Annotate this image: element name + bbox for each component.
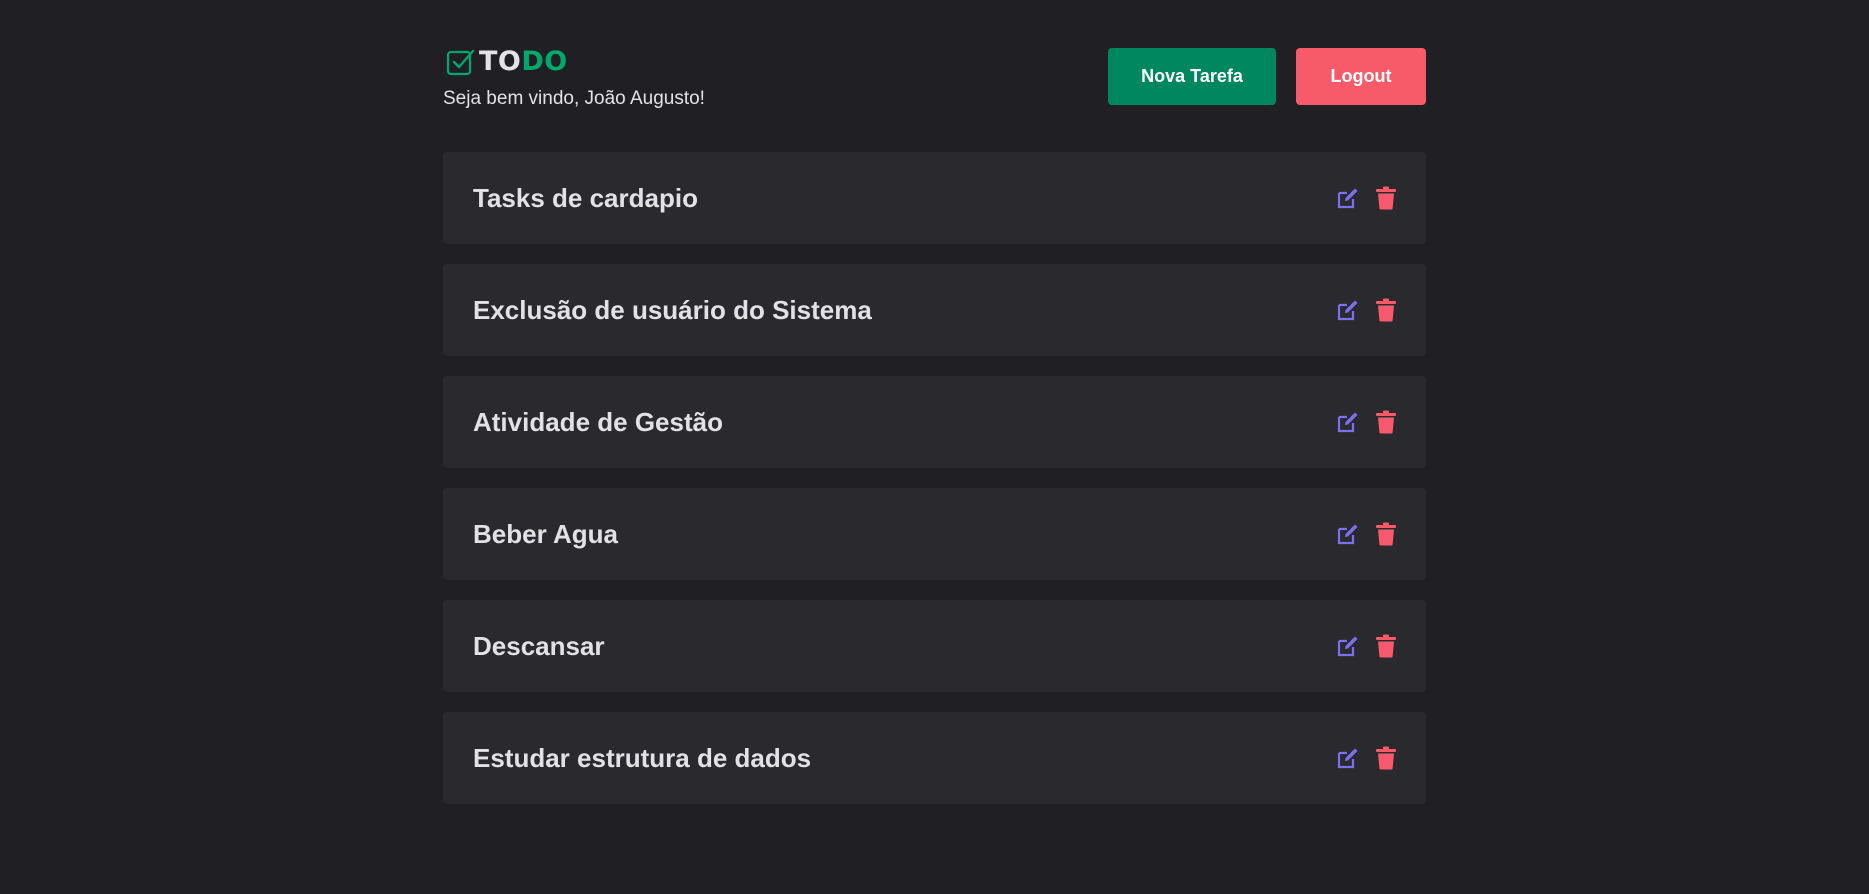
task-title: Descansar <box>473 631 605 661</box>
header: TODO Seja bem vindo, João Augusto! Nova … <box>443 0 1426 152</box>
edit-icon[interactable] <box>1336 746 1360 770</box>
check-square-icon <box>445 47 475 77</box>
task-actions <box>1336 152 1398 244</box>
task-title: Exclusão de usuário do Sistema <box>473 295 872 325</box>
edit-icon[interactable] <box>1336 298 1360 322</box>
task-title: Estudar estrutura de dados <box>473 743 812 773</box>
task-list: Tasks de cardapio Exclusão de usuário do… <box>443 152 1426 824</box>
trash-icon[interactable] <box>1374 186 1398 210</box>
task-item: Atividade de Gestão <box>443 376 1426 468</box>
task-actions <box>1336 600 1398 692</box>
task-title: Tasks de cardapio <box>473 183 698 213</box>
task-item: Tasks de cardapio <box>443 152 1426 244</box>
task-actions <box>1336 712 1398 804</box>
edit-icon[interactable] <box>1336 186 1360 210</box>
logo: TODO <box>445 46 568 78</box>
trash-icon[interactable] <box>1374 634 1398 658</box>
trash-icon[interactable] <box>1374 746 1398 770</box>
task-item: Exclusão de usuário do Sistema <box>443 264 1426 356</box>
task-actions <box>1336 488 1398 580</box>
app-container: TODO Seja bem vindo, João Augusto! Nova … <box>443 0 1426 804</box>
welcome-message: Seja bem vindo, João Augusto! <box>443 88 705 109</box>
trash-icon[interactable] <box>1374 522 1398 546</box>
task-item: Descansar <box>443 600 1426 692</box>
task-item: Beber Agua <box>443 488 1426 580</box>
task-title: Beber Agua <box>473 519 618 549</box>
edit-icon[interactable] <box>1336 634 1360 658</box>
logo-text-to: TO <box>479 46 522 77</box>
task-actions <box>1336 264 1398 356</box>
logout-button[interactable]: Logout <box>1296 48 1426 105</box>
trash-icon[interactable] <box>1374 410 1398 434</box>
edit-icon[interactable] <box>1336 522 1360 546</box>
new-task-button[interactable]: Nova Tarefa <box>1108 48 1276 105</box>
trash-icon[interactable] <box>1374 298 1398 322</box>
task-actions <box>1336 376 1398 468</box>
edit-icon[interactable] <box>1336 410 1360 434</box>
logo-text-do: DO <box>521 46 568 77</box>
task-item: Estudar estrutura de dados <box>443 712 1426 804</box>
logo-text: TODO <box>479 46 568 78</box>
task-title: Atividade de Gestão <box>473 407 723 437</box>
